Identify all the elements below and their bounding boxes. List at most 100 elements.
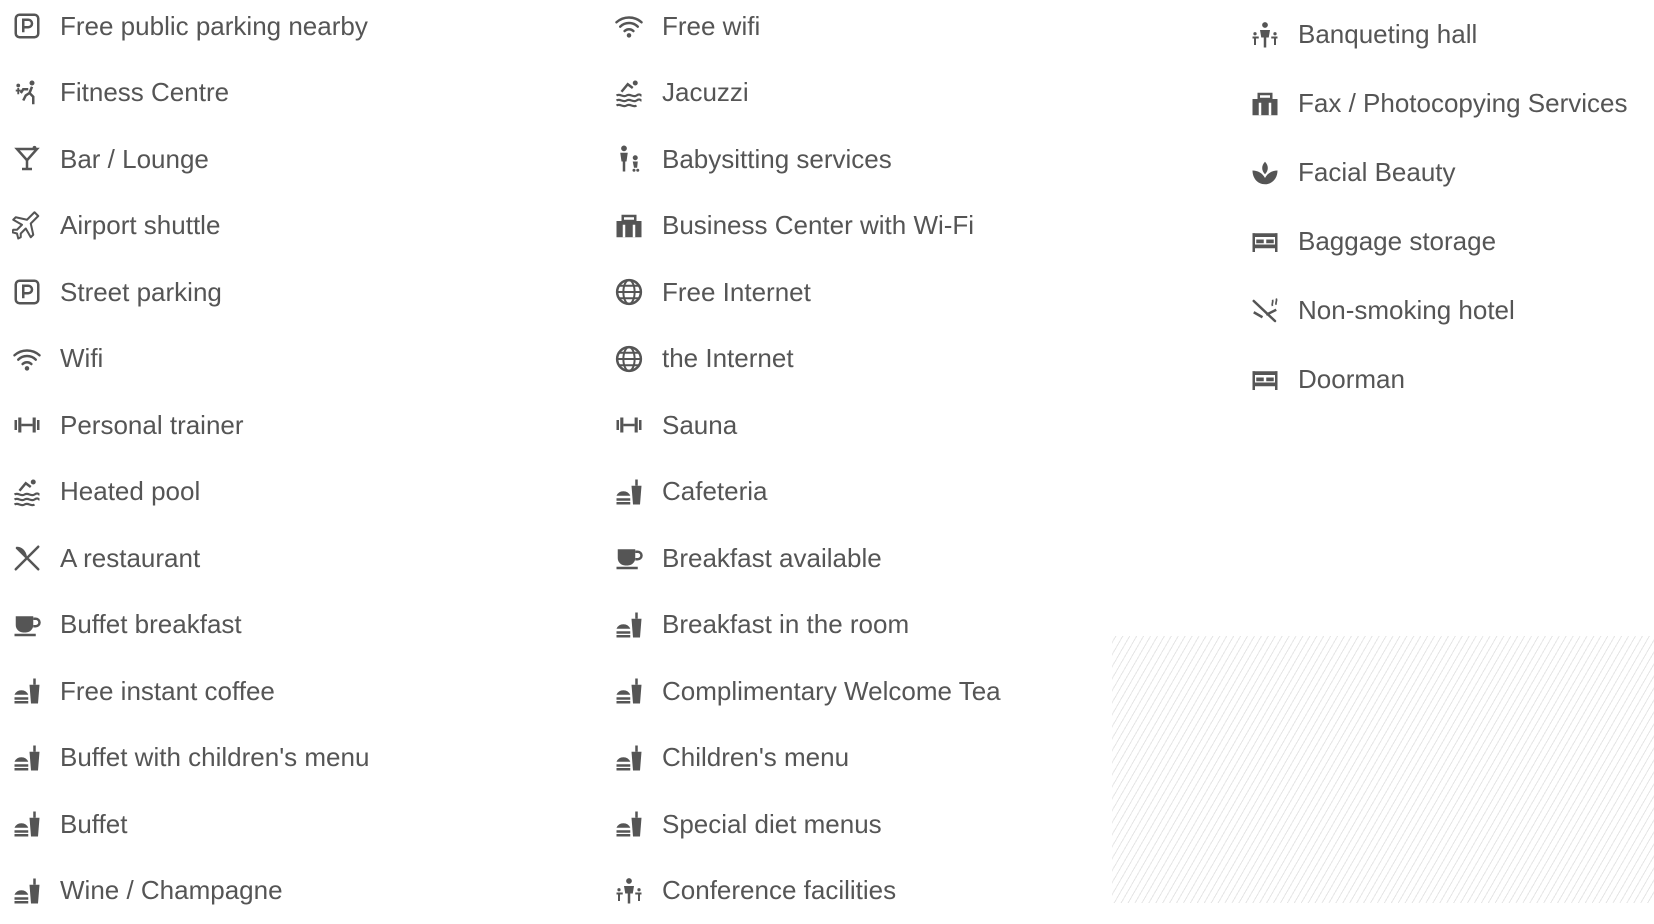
amenity-item-sauna: Sauna	[612, 392, 1001, 459]
decorative-hatched-panel	[1112, 636, 1654, 903]
amenity-label: Special diet menus	[662, 809, 882, 840]
conference-icon	[1248, 18, 1282, 52]
amenity-label: the Internet	[662, 343, 794, 374]
amenity-item-special-diet-menus: Special diet menus	[612, 791, 1001, 858]
amenity-label: Doorman	[1298, 364, 1405, 395]
business-center-icon	[1248, 87, 1282, 121]
amenity-label: Heated pool	[60, 476, 200, 507]
amenity-item-wifi: Wifi	[10, 326, 369, 393]
amenity-item-a-restaurant: A restaurant	[10, 525, 369, 592]
amenity-item-personal-trainer: Personal trainer	[10, 392, 369, 459]
amenity-item-banqueting-hall: Banqueting hall	[1248, 0, 1628, 69]
amenity-label: Street parking	[60, 277, 222, 308]
amenity-label: A restaurant	[60, 543, 200, 574]
cutlery-icon	[10, 541, 44, 575]
coffee-cup-icon	[10, 608, 44, 642]
amenity-label: Conference facilities	[662, 875, 896, 906]
amenity-label: Free Internet	[662, 277, 811, 308]
amenity-label: Free public parking nearby	[60, 11, 368, 42]
fitness-icon	[10, 76, 44, 110]
amenity-label: Buffet with children's menu	[60, 742, 369, 773]
amenity-label: Sauna	[662, 410, 737, 441]
bed-icon	[1248, 363, 1282, 397]
amenity-item-jacuzzi: Jacuzzi	[612, 60, 1001, 127]
food-drink-icon	[10, 674, 44, 708]
food-drink-icon	[612, 475, 646, 509]
food-drink-icon	[612, 608, 646, 642]
food-drink-icon	[10, 741, 44, 775]
amenities-column-3: Banqueting hall Fax / Photocopying Servic…	[1248, 0, 1628, 414]
coffee-cup-icon	[612, 541, 646, 575]
amenity-item-fitness-centre: Fitness Centre	[10, 60, 369, 127]
amenity-label: Banqueting hall	[1298, 19, 1477, 50]
wifi-icon	[10, 342, 44, 376]
amenities-column-2: Free wifi Jacuzzi Babysitting services Busi…	[612, 0, 1001, 924]
amenity-label: Free wifi	[662, 11, 760, 42]
amenity-item-non-smoking-hotel: Non-smoking hotel	[1248, 276, 1628, 345]
business-center-icon	[612, 209, 646, 243]
amenity-item-conference-facilities: Conference facilities	[612, 858, 1001, 924]
amenity-label: Personal trainer	[60, 410, 244, 441]
amenity-label: Facial Beauty	[1298, 157, 1456, 188]
amenity-item-free-wifi: Free wifi	[612, 0, 1001, 60]
amenity-item-doorman: Doorman	[1248, 345, 1628, 414]
airplane-icon	[10, 209, 44, 243]
amenity-item-complimentary-welcome-tea: Complimentary Welcome Tea	[612, 658, 1001, 725]
amenity-label: Free instant coffee	[60, 676, 275, 707]
amenity-item-heated-pool: Heated pool	[10, 459, 369, 526]
amenity-label: Buffet breakfast	[60, 609, 242, 640]
babysitting-icon	[612, 142, 646, 176]
globe-icon	[612, 342, 646, 376]
amenity-label: Baggage storage	[1298, 226, 1496, 257]
amenities-column-1: Free public parking nearby Fitness Centre…	[10, 0, 369, 924]
bed-icon	[1248, 225, 1282, 259]
amenity-item-airport-shuttle: Airport shuttle	[10, 193, 369, 260]
amenity-item-street-parking: Street parking	[10, 259, 369, 326]
food-drink-icon	[612, 741, 646, 775]
amenity-item-cafeteria: Cafeteria	[612, 459, 1001, 526]
amenity-item-free-instant-coffee: Free instant coffee	[10, 658, 369, 725]
amenity-label: Cafeteria	[662, 476, 768, 507]
parking-icon	[10, 9, 44, 43]
amenity-item-fax-photocopying-services: Fax / Photocopying Services	[1248, 69, 1628, 138]
amenity-item-facial-beauty: Facial Beauty	[1248, 138, 1628, 207]
amenity-item-breakfast-in-the-room: Breakfast in the room	[612, 592, 1001, 659]
pool-icon	[10, 475, 44, 509]
amenity-label: Children's menu	[662, 742, 849, 773]
pool-icon	[612, 76, 646, 110]
amenity-label: Airport shuttle	[60, 210, 220, 241]
amenity-label: Fitness Centre	[60, 77, 229, 108]
amenity-item-bar-lounge: Bar / Lounge	[10, 126, 369, 193]
no-smoking-icon	[1248, 294, 1282, 328]
amenity-item-free-internet: Free Internet	[612, 259, 1001, 326]
food-drink-icon	[10, 807, 44, 841]
food-drink-icon	[612, 674, 646, 708]
globe-icon	[612, 275, 646, 309]
amenity-item-breakfast-available: Breakfast available	[612, 525, 1001, 592]
amenity-label: Wifi	[60, 343, 103, 374]
amenity-label: Wine / Champagne	[60, 875, 283, 906]
amenity-label: Jacuzzi	[662, 77, 749, 108]
lotus-icon	[1248, 156, 1282, 190]
amenity-label: Business Center with Wi-Fi	[662, 210, 974, 241]
amenity-item-the-internet: the Internet	[612, 326, 1001, 393]
cocktail-icon	[10, 142, 44, 176]
amenity-item-buffet: Buffet	[10, 791, 369, 858]
amenity-label: Non-smoking hotel	[1298, 295, 1515, 326]
amenity-item-buffet-breakfast: Buffet breakfast	[10, 592, 369, 659]
amenity-item-free-public-parking-nearby: Free public parking nearby	[10, 0, 369, 60]
parking-icon	[10, 275, 44, 309]
amenity-item-baggage-storage: Baggage storage	[1248, 207, 1628, 276]
wifi-icon	[612, 9, 646, 43]
amenity-label: Complimentary Welcome Tea	[662, 676, 1001, 707]
amenity-label: Breakfast available	[662, 543, 882, 574]
amenity-item-wine-champagne: Wine / Champagne	[10, 858, 369, 924]
amenity-item-babysitting-services: Babysitting services	[612, 126, 1001, 193]
amenity-label: Buffet	[60, 809, 127, 840]
dumbbell-icon	[10, 408, 44, 442]
amenity-label: Breakfast in the room	[662, 609, 909, 640]
food-drink-icon	[612, 807, 646, 841]
amenity-item-children-s-menu: Children's menu	[612, 725, 1001, 792]
amenity-label: Babysitting services	[662, 144, 892, 175]
dumbbell-icon	[612, 408, 646, 442]
